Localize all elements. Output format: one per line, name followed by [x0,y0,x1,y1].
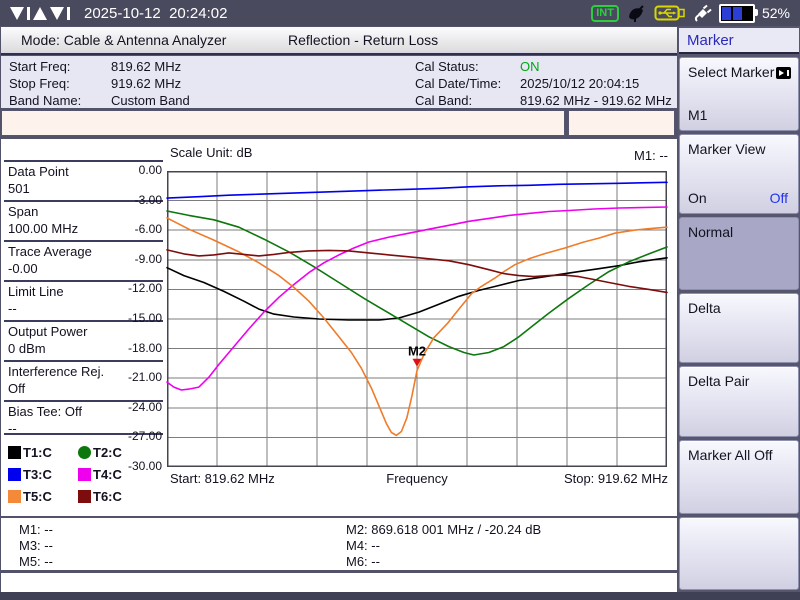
legend-item: T1:C [8,445,78,459]
y-tick-label: -6.00 [116,222,162,236]
info-row: Start Freq: 819.62 MHz Cal Status: ON [1,56,677,75]
legend-label: T3:C [23,467,52,482]
logo-glyph [50,7,64,20]
frequency-cal-info-panel: Start Freq:819.62 MHzCal Status:ONStop F… [1,56,677,108]
legend-item: T6:C [78,489,163,503]
logo-glyph [33,7,47,20]
marker-row: M5: -- M6: -- [1,554,677,570]
info-label: Cal Date/Time: [415,75,501,92]
trace-swatch [8,490,21,503]
y-tick-label: -24.00 [116,400,162,414]
sidebar-title: Marker [679,28,799,54]
info-label: Cal Band: [415,92,472,109]
m1-readout-label: M1: -- [567,148,668,163]
legend-label: T6:C [93,489,122,504]
info-value: 919.62 MHz [111,75,181,92]
marker-name-label: M2 [408,344,426,359]
info-value: 819.62 MHz [111,58,181,75]
logo-glyph [27,7,30,20]
sidebar-button-delta-pair[interactable]: Delta Pair [679,366,799,437]
logo-glyph [67,7,70,20]
legend-label: T2:C [93,445,122,460]
legend-item: T5:C [8,489,78,503]
user-band-strip-right [568,110,675,136]
trace-swatch [78,446,91,459]
rotary-knob-icon [776,67,791,79]
softkey-sidebar: Marker Select Marker M1 Marker View On O… [678,26,800,592]
sidebar-button-normal[interactable]: Normal [679,217,799,290]
info-label: Band Name: [9,92,81,109]
stop-frequency-label: Stop: 919.62 MHz [467,471,668,486]
select-marker-label: Select Marker [688,64,774,80]
info-value: 819.62 MHz - 919.62 MHz [520,92,672,109]
sidebar-button-delta[interactable]: Delta [679,293,799,363]
select-marker-button[interactable]: Select Marker M1 [679,57,799,131]
y-tick-label: 0.00 [116,163,162,177]
usb-icon [654,4,686,22]
y-tick-label: -30.00 [116,459,162,473]
y-tick-label: -15.00 [116,311,162,325]
y-tick-label: -18.00 [116,341,162,355]
info-label: Stop Freq: [9,75,70,92]
footer-bar [0,592,800,600]
y-tick-label: -27.00 [116,429,162,443]
trace-swatch [78,468,91,481]
marker-view-on-option[interactable]: On [688,190,707,206]
battery-percent-label: 52% [762,5,790,21]
select-marker-value: M1 [688,107,707,123]
trace-swatch [8,446,21,459]
int-reference-indicator: INT [591,5,619,22]
sidebar-button-marker-all-off[interactable]: Marker All Off [679,440,799,514]
measurement-label[interactable]: Reflection - Return Loss [288,32,438,48]
legend-label: T1:C [23,445,52,460]
marker-readout: M3: -- [19,538,53,554]
marker-m2[interactable]: M2 [408,344,426,367]
marker-row: M3: -- M4: -- [1,538,677,554]
y-tick-label: -3.00 [116,193,162,207]
return-loss-chart: M2 [167,171,667,467]
info-row: Stop Freq: 919.62 MHz Cal Date/Time: 2025/1… [1,75,677,92]
status-icon-tray: INT 52% [591,4,790,23]
menu-bar: Mode: Cable & Antenna Analyzer Reflectio… [1,27,677,55]
datetime-label: 2025-10-12 20:24:02 [84,5,227,22]
info-value: Custom Band [111,92,190,109]
marker-view-off-option[interactable]: Off [770,190,788,206]
scale-unit-label: Scale Unit: dB [170,145,252,160]
marker-readout: M4: -- [346,538,380,554]
marker-readout-table: M1: --M2: 869.618 001 MHz / -20.24 dBM3:… [1,518,677,570]
marker-readout: M6: -- [346,554,380,570]
y-tick-label: -21.00 [116,370,162,384]
y-tick-label: -12.00 [116,281,162,295]
info-value: ON [520,58,540,75]
trace-swatch [8,468,21,481]
setting-label: Output Power [8,323,159,340]
marker-view-label: Marker View [688,141,766,157]
sidebar-button-empty[interactable] [679,517,799,590]
info-row: Band Name: Custom Band Cal Band: 819.62 MHz… [1,92,677,109]
gps-antenna-icon [626,4,647,23]
mode-label[interactable]: Mode: Cable & Antenna Analyzer [21,32,226,48]
trace-swatch [78,490,91,503]
legend-label: T5:C [23,489,52,504]
marker-view-button[interactable]: Marker View On Off [679,134,799,214]
marker-readout: M2: 869.618 001 MHz / -20.24 dB [346,522,541,538]
marker-readout: M5: -- [19,554,53,570]
user-band-strip [1,110,565,136]
battery-icon [719,4,755,23]
top-status-bar: 2025-10-12 20:24:02 INT [0,0,800,26]
viavi-logo [10,7,70,20]
analyzer-screen: 2025-10-12 20:24:02 INT [0,0,800,600]
logo-glyph [10,7,24,20]
legend-item: T3:C [8,467,78,481]
info-label: Start Freq: [9,58,70,75]
bottom-message-bar [1,573,677,592]
power-plug-icon [693,4,712,23]
marker-readout: M1: -- [19,522,53,538]
y-tick-label: -9.00 [116,252,162,266]
marker-row: M1: -- M2: 869.618 001 MHz / -20.24 dB [1,518,677,538]
legend-item: T2:C [78,445,163,459]
info-label: Cal Status: [415,58,479,75]
info-value: 2025/10/12 20:04:15 [520,75,639,92]
